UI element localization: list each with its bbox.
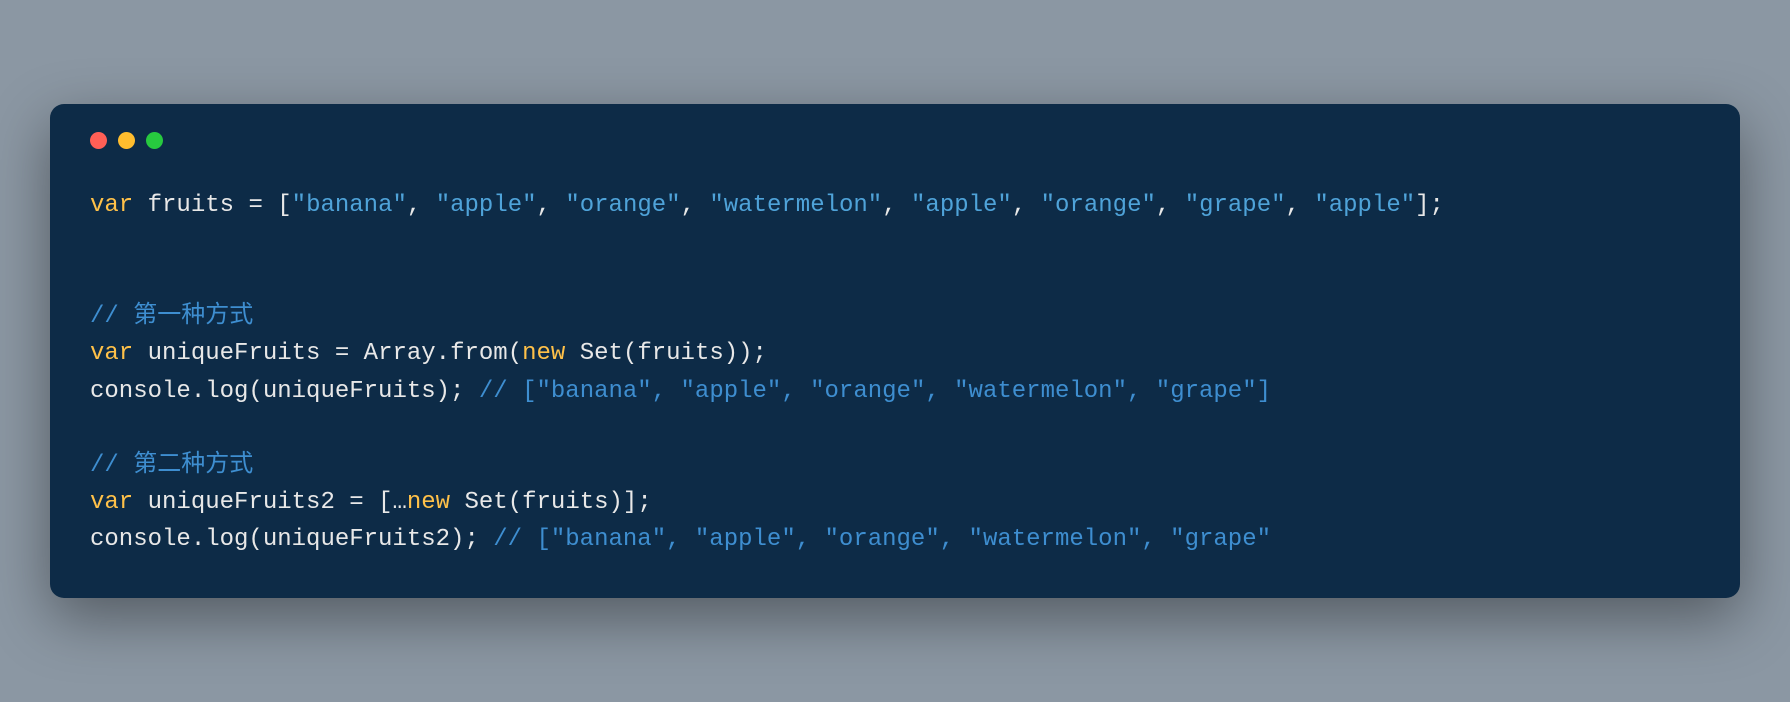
code-text: = [… <box>335 489 407 516</box>
identifier: fruits <box>148 192 234 219</box>
code-text: console.log(uniqueFruits2); <box>90 526 493 553</box>
comment: // 第一种方式 <box>90 303 253 330</box>
maximize-icon[interactable] <box>146 132 163 149</box>
identifier: uniqueFruits <box>148 340 321 367</box>
code-text: Set(fruits)); <box>565 340 767 367</box>
string-literal: "apple" <box>1314 192 1415 219</box>
string-literal: "banana" <box>292 192 407 219</box>
string-literal: "watermelon" <box>709 192 882 219</box>
keyword-var: var <box>90 340 133 367</box>
code-text <box>133 192 147 219</box>
identifier: uniqueFruits2 <box>148 489 335 516</box>
comma: , <box>407 192 436 219</box>
string-literal: "grape" <box>1185 192 1286 219</box>
code-text: console.log(uniqueFruits); <box>90 378 479 405</box>
comma: , <box>537 192 566 219</box>
comment: // 第二种方式 <box>90 452 253 479</box>
code-window: var fruits = ["banana", "apple", "orange… <box>50 104 1740 599</box>
code-text: Set(fruits)]; <box>450 489 652 516</box>
comma: , <box>882 192 911 219</box>
code-text: = <box>234 192 277 219</box>
comment: // ["banana", "apple", "orange", "waterm… <box>493 526 1271 553</box>
comma: , <box>1286 192 1315 219</box>
comment: // ["banana", "apple", "orange", "waterm… <box>479 378 1271 405</box>
string-literal: "orange" <box>565 192 680 219</box>
comma: , <box>1156 192 1185 219</box>
code-text: Array.from( <box>364 340 522 367</box>
bracket: ]; <box>1415 192 1444 219</box>
code-text <box>133 340 147 367</box>
bracket: [ <box>277 192 291 219</box>
close-icon[interactable] <box>90 132 107 149</box>
comma: , <box>1012 192 1041 219</box>
code-text <box>133 489 147 516</box>
string-literal: "apple" <box>911 192 1012 219</box>
code-block: var fruits = ["banana", "apple", "orange… <box>90 187 1700 559</box>
string-literal: "apple" <box>436 192 537 219</box>
keyword-var: var <box>90 489 133 516</box>
minimize-icon[interactable] <box>118 132 135 149</box>
comma: , <box>681 192 710 219</box>
window-titlebar <box>90 132 1700 149</box>
keyword-var: var <box>90 192 133 219</box>
keyword-new: new <box>522 340 565 367</box>
string-literal: "orange" <box>1041 192 1156 219</box>
keyword-new: new <box>407 489 450 516</box>
code-text: = <box>320 340 363 367</box>
